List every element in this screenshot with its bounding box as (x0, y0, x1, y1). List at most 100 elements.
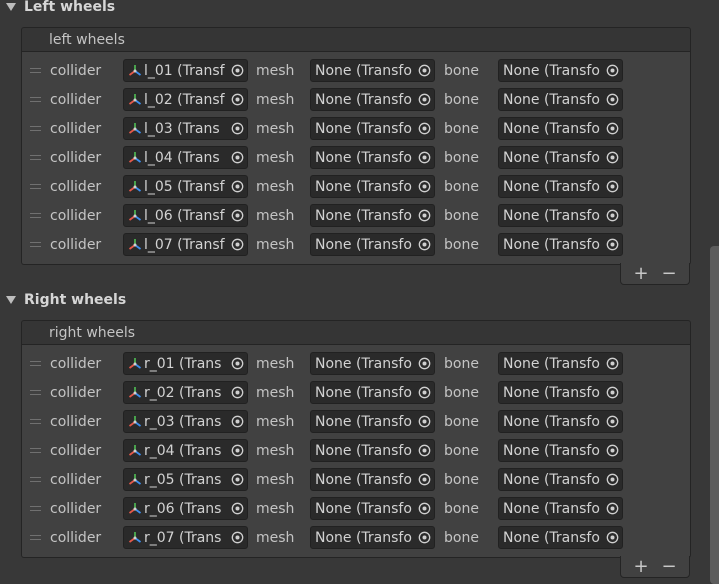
bone-field[interactable]: None (Transfo (498, 117, 623, 140)
object-picker-icon[interactable] (414, 498, 434, 519)
object-picker-icon[interactable] (227, 176, 247, 197)
add-element-button[interactable]: + (630, 556, 652, 577)
object-picker-icon[interactable] (602, 118, 622, 139)
object-picker-icon[interactable] (414, 176, 434, 197)
object-picker-icon[interactable] (602, 382, 622, 403)
object-picker-icon[interactable] (414, 440, 434, 461)
drag-handle-icon[interactable] (30, 68, 41, 73)
inspector-scrollbar[interactable] (710, 246, 719, 584)
collider-field[interactable]: l_02 (Transf (123, 88, 248, 111)
collider-field[interactable]: l_03 (Trans (123, 117, 248, 140)
object-picker-icon[interactable] (602, 440, 622, 461)
bone-field[interactable]: None (Transfo (498, 146, 623, 169)
object-picker-icon[interactable] (414, 89, 434, 110)
collider-field[interactable]: r_04 (Trans (123, 439, 248, 462)
drag-handle-icon[interactable] (30, 155, 41, 160)
object-picker-icon[interactable] (227, 440, 247, 461)
left-wheels-list-header[interactable]: left wheels (21, 27, 691, 52)
mesh-field[interactable]: None (Transfo (310, 439, 435, 462)
collider-field[interactable]: l_05 (Transf (123, 175, 248, 198)
object-picker-icon[interactable] (602, 527, 622, 548)
bone-field[interactable]: None (Transfo (498, 352, 623, 375)
object-picker-icon[interactable] (414, 353, 434, 374)
drag-handle-icon[interactable] (30, 213, 41, 218)
collider-field[interactable]: r_07 (Trans (123, 526, 248, 549)
add-element-button[interactable]: + (630, 263, 652, 284)
object-picker-icon[interactable] (227, 89, 247, 110)
bone-field[interactable]: None (Transfo (498, 88, 623, 111)
object-picker-icon[interactable] (227, 469, 247, 490)
bone-field[interactable]: None (Transfo (498, 381, 623, 404)
object-picker-icon[interactable] (414, 205, 434, 226)
mesh-field[interactable]: None (Transfo (310, 204, 435, 227)
bone-field[interactable]: None (Transfo (498, 175, 623, 198)
drag-handle-icon[interactable] (30, 506, 41, 511)
drag-handle-icon[interactable] (30, 448, 41, 453)
mesh-field[interactable]: None (Transfo (310, 233, 435, 256)
left-wheels-foldout[interactable]: Left wheels (0, 0, 115, 18)
bone-field[interactable]: None (Transfo (498, 410, 623, 433)
mesh-field[interactable]: None (Transfo (310, 88, 435, 111)
object-picker-icon[interactable] (227, 353, 247, 374)
mesh-field[interactable]: None (Transfo (310, 526, 435, 549)
collider-field[interactable]: l_04 (Trans (123, 146, 248, 169)
mesh-field[interactable]: None (Transfo (310, 146, 435, 169)
object-picker-icon[interactable] (414, 118, 434, 139)
drag-handle-icon[interactable] (30, 242, 41, 247)
object-picker-icon[interactable] (227, 147, 247, 168)
object-picker-icon[interactable] (414, 60, 434, 81)
object-picker-icon[interactable] (602, 205, 622, 226)
drag-handle-icon[interactable] (30, 477, 41, 482)
object-picker-icon[interactable] (602, 147, 622, 168)
object-picker-icon[interactable] (602, 176, 622, 197)
drag-handle-icon[interactable] (30, 535, 41, 540)
collider-field[interactable]: r_03 (Trans (123, 410, 248, 433)
object-picker-icon[interactable] (227, 498, 247, 519)
right-wheels-list-header[interactable]: right wheels (21, 320, 691, 345)
collider-field[interactable]: r_02 (Trans (123, 381, 248, 404)
object-picker-icon[interactable] (227, 118, 247, 139)
object-picker-icon[interactable] (602, 498, 622, 519)
bone-field[interactable]: None (Transfo (498, 204, 623, 227)
drag-handle-icon[interactable] (30, 419, 41, 424)
mesh-field[interactable]: None (Transfo (310, 59, 435, 82)
mesh-field[interactable]: None (Transfo (310, 352, 435, 375)
object-picker-icon[interactable] (602, 411, 622, 432)
mesh-field[interactable]: None (Transfo (310, 497, 435, 520)
object-picker-icon[interactable] (414, 147, 434, 168)
collider-field[interactable]: l_06 (Transf (123, 204, 248, 227)
bone-field[interactable]: None (Transfo (498, 497, 623, 520)
bone-field[interactable]: None (Transfo (498, 233, 623, 256)
object-picker-icon[interactable] (602, 469, 622, 490)
object-picker-icon[interactable] (227, 382, 247, 403)
collider-field[interactable]: r_05 (Trans (123, 468, 248, 491)
remove-element-button[interactable]: − (658, 556, 680, 577)
drag-handle-icon[interactable] (30, 361, 41, 366)
drag-handle-icon[interactable] (30, 97, 41, 102)
object-picker-icon[interactable] (227, 60, 247, 81)
bone-field[interactable]: None (Transfo (498, 59, 623, 82)
object-picker-icon[interactable] (227, 234, 247, 255)
drag-handle-icon[interactable] (30, 126, 41, 131)
object-picker-icon[interactable] (602, 89, 622, 110)
collider-field[interactable]: r_01 (Trans (123, 352, 248, 375)
object-picker-icon[interactable] (414, 382, 434, 403)
object-picker-icon[interactable] (602, 353, 622, 374)
collider-field[interactable]: r_06 (Trans (123, 497, 248, 520)
object-picker-icon[interactable] (227, 205, 247, 226)
mesh-field[interactable]: None (Transfo (310, 381, 435, 404)
object-picker-icon[interactable] (414, 469, 434, 490)
mesh-field[interactable]: None (Transfo (310, 410, 435, 433)
object-picker-icon[interactable] (602, 60, 622, 81)
drag-handle-icon[interactable] (30, 184, 41, 189)
mesh-field[interactable]: None (Transfo (310, 175, 435, 198)
right-wheels-foldout[interactable]: Right wheels (0, 289, 126, 311)
object-picker-icon[interactable] (227, 411, 247, 432)
collider-field[interactable]: l_07 (Transf (123, 233, 248, 256)
remove-element-button[interactable]: − (658, 263, 680, 284)
object-picker-icon[interactable] (414, 411, 434, 432)
object-picker-icon[interactable] (414, 527, 434, 548)
bone-field[interactable]: None (Transfo (498, 439, 623, 462)
mesh-field[interactable]: None (Transfo (310, 117, 435, 140)
collider-field[interactable]: l_01 (Transf (123, 59, 248, 82)
